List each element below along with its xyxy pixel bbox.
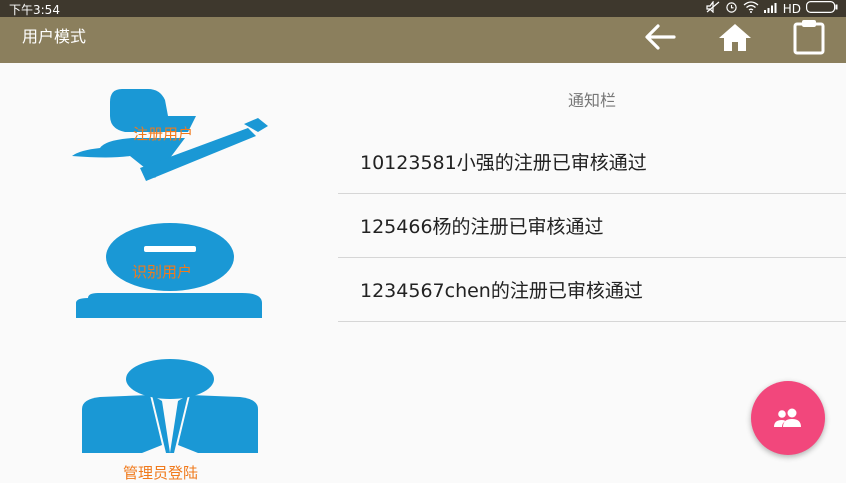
mode-menu: 注册用户 识别用户 管理员登陆 — [0, 63, 340, 482]
notice-title: 通知栏 — [567, 91, 616, 110]
alarm-icon — [725, 1, 738, 16]
battery-icon — [806, 1, 838, 16]
notice-item[interactable]: 125466杨的注册已审核通过 — [338, 194, 846, 258]
status-time: 下午3:54 — [9, 3, 60, 17]
back-button[interactable] — [638, 17, 682, 57]
notice-list: 10123581小强的注册已审核通过 125466杨的注册已审核通过 12345… — [338, 130, 846, 322]
identify-user-button[interactable]: 识别用户 — [76, 223, 264, 320]
signal-icon — [763, 2, 778, 16]
admin-login-label: 管理员登陆 — [123, 464, 199, 482]
app-toolbar: 用户模式 — [0, 17, 846, 63]
register-user-button[interactable]: 注册用户 — [70, 86, 270, 181]
notice-item[interactable]: 1234567chen的注册已审核通过 — [338, 258, 846, 322]
status-icons: HD — [706, 0, 838, 16]
fab-button[interactable] — [751, 381, 825, 455]
home-icon — [719, 24, 751, 51]
clipboard-icon — [793, 20, 825, 55]
clipboard-button[interactable] — [787, 17, 831, 57]
status-bar: 下午3:54 HD — [0, 0, 846, 17]
network-type: HD — [782, 1, 801, 16]
group-icon — [774, 408, 801, 427]
admin-login-button[interactable]: 管理员登陆 — [82, 359, 258, 482]
register-user-label: 注册用户 — [133, 125, 194, 143]
page-title: 用户模式 — [22, 27, 87, 46]
back-arrow-icon — [645, 24, 676, 50]
wifi-icon — [743, 1, 759, 16]
home-button[interactable] — [713, 17, 757, 57]
admin-icon — [82, 359, 258, 453]
notice-item[interactable]: 10123581小强的注册已审核通过 — [338, 130, 846, 194]
mute-icon — [706, 0, 720, 16]
identify-user-label: 识别用户 — [132, 263, 193, 281]
